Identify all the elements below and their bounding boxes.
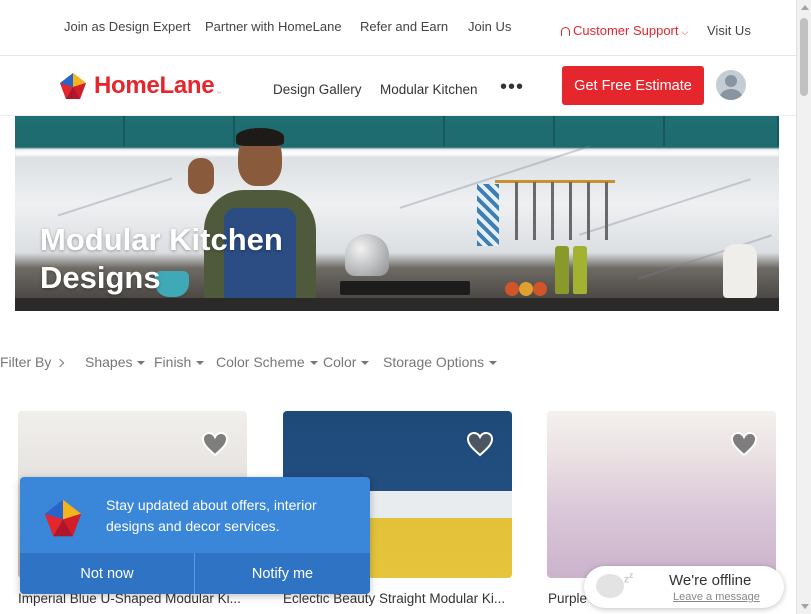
chat-bubble-icon (596, 574, 624, 598)
more-menu-icon[interactable]: ••• (500, 77, 524, 97)
heart-icon[interactable] (201, 431, 229, 457)
filter-by-toggle[interactable]: Filter By (0, 354, 65, 370)
main-header: HomeLane ™ Design Gallery Modular Kitche… (0, 56, 796, 116)
notification-message: Stay updated about offers, interior desi… (106, 497, 317, 534)
brand-name: HomeLane (94, 72, 215, 99)
visit-us-link[interactable]: Visit Us (707, 23, 751, 38)
scroll-up-arrow-icon[interactable] (801, 5, 809, 10)
heart-icon[interactable] (730, 431, 758, 457)
notification-prompt: Stay updated about offers, interior desi… (20, 477, 370, 594)
filter-storage-options-label: Storage Options (383, 354, 485, 370)
nav-modular-kitchen[interactable]: Modular Kitchen (380, 82, 478, 97)
design-card-image[interactable] (547, 411, 776, 578)
partner-link[interactable]: Partner with HomeLane (205, 19, 342, 34)
filter-by-label: Filter By (0, 354, 52, 370)
filter-shapes[interactable]: Shapes (85, 354, 146, 370)
homelane-logo-icon (60, 73, 86, 99)
nav-design-gallery[interactable]: Design Gallery (273, 82, 362, 97)
filter-storage-options[interactable]: Storage Options (383, 354, 498, 370)
join-design-expert-link[interactable]: Join as Design Expert (64, 19, 190, 34)
hero-title: Modular Kitchen Designs (40, 222, 283, 295)
chevron-right-icon (56, 358, 65, 368)
trademark-mark: ™ (216, 91, 222, 97)
customer-support-dropdown[interactable]: Customer Support ⌵ (561, 23, 688, 38)
scroll-down-arrow-icon[interactable] (801, 604, 809, 609)
notify-me-button[interactable]: Notify me (195, 553, 370, 594)
homelane-logo[interactable]: HomeLane ™ (58, 71, 221, 101)
get-free-estimate-button[interactable]: Get Free Estimate (562, 66, 704, 105)
sleep-icon: zz (624, 570, 634, 586)
top-utility-bar: Join as Design Expert Partner with HomeL… (0, 0, 796, 56)
leave-message-link[interactable]: Leave a message (673, 591, 760, 603)
customer-support-label: Customer Support (573, 23, 679, 38)
user-avatar-icon[interactable] (716, 70, 746, 100)
heart-icon[interactable] (466, 431, 494, 457)
page-scrollbar[interactable] (796, 0, 811, 614)
caret-down-icon (361, 361, 370, 365)
filter-color-scheme-label: Color Scheme (216, 354, 305, 370)
filter-shapes-label: Shapes (85, 354, 133, 370)
caret-down-icon (489, 361, 498, 365)
chat-widget[interactable]: zz We're offline Leave a message (584, 566, 784, 608)
filter-color-label: Color (323, 354, 357, 370)
scrollbar-thumb[interactable] (800, 18, 808, 96)
filter-finish[interactable]: Finish (154, 354, 205, 370)
caret-down-icon (196, 361, 205, 365)
notification-actions: Not now Notify me (20, 553, 370, 594)
caret-down-icon (137, 361, 146, 365)
homelane-logo-icon (44, 499, 82, 537)
headset-icon (561, 27, 570, 36)
kettle-image (345, 234, 389, 276)
filter-color[interactable]: Color (323, 354, 370, 370)
filter-color-scheme[interactable]: Color Scheme (216, 354, 318, 370)
not-now-button[interactable]: Not now (20, 553, 194, 594)
chat-status: We're offline (669, 572, 752, 589)
refer-earn-link[interactable]: Refer and Earn (360, 19, 448, 34)
filter-finish-label: Finish (154, 354, 192, 370)
caret-down-icon (309, 361, 318, 365)
join-us-link[interactable]: Join Us (468, 19, 511, 34)
chevron-down-icon: ⌵ (681, 27, 689, 37)
